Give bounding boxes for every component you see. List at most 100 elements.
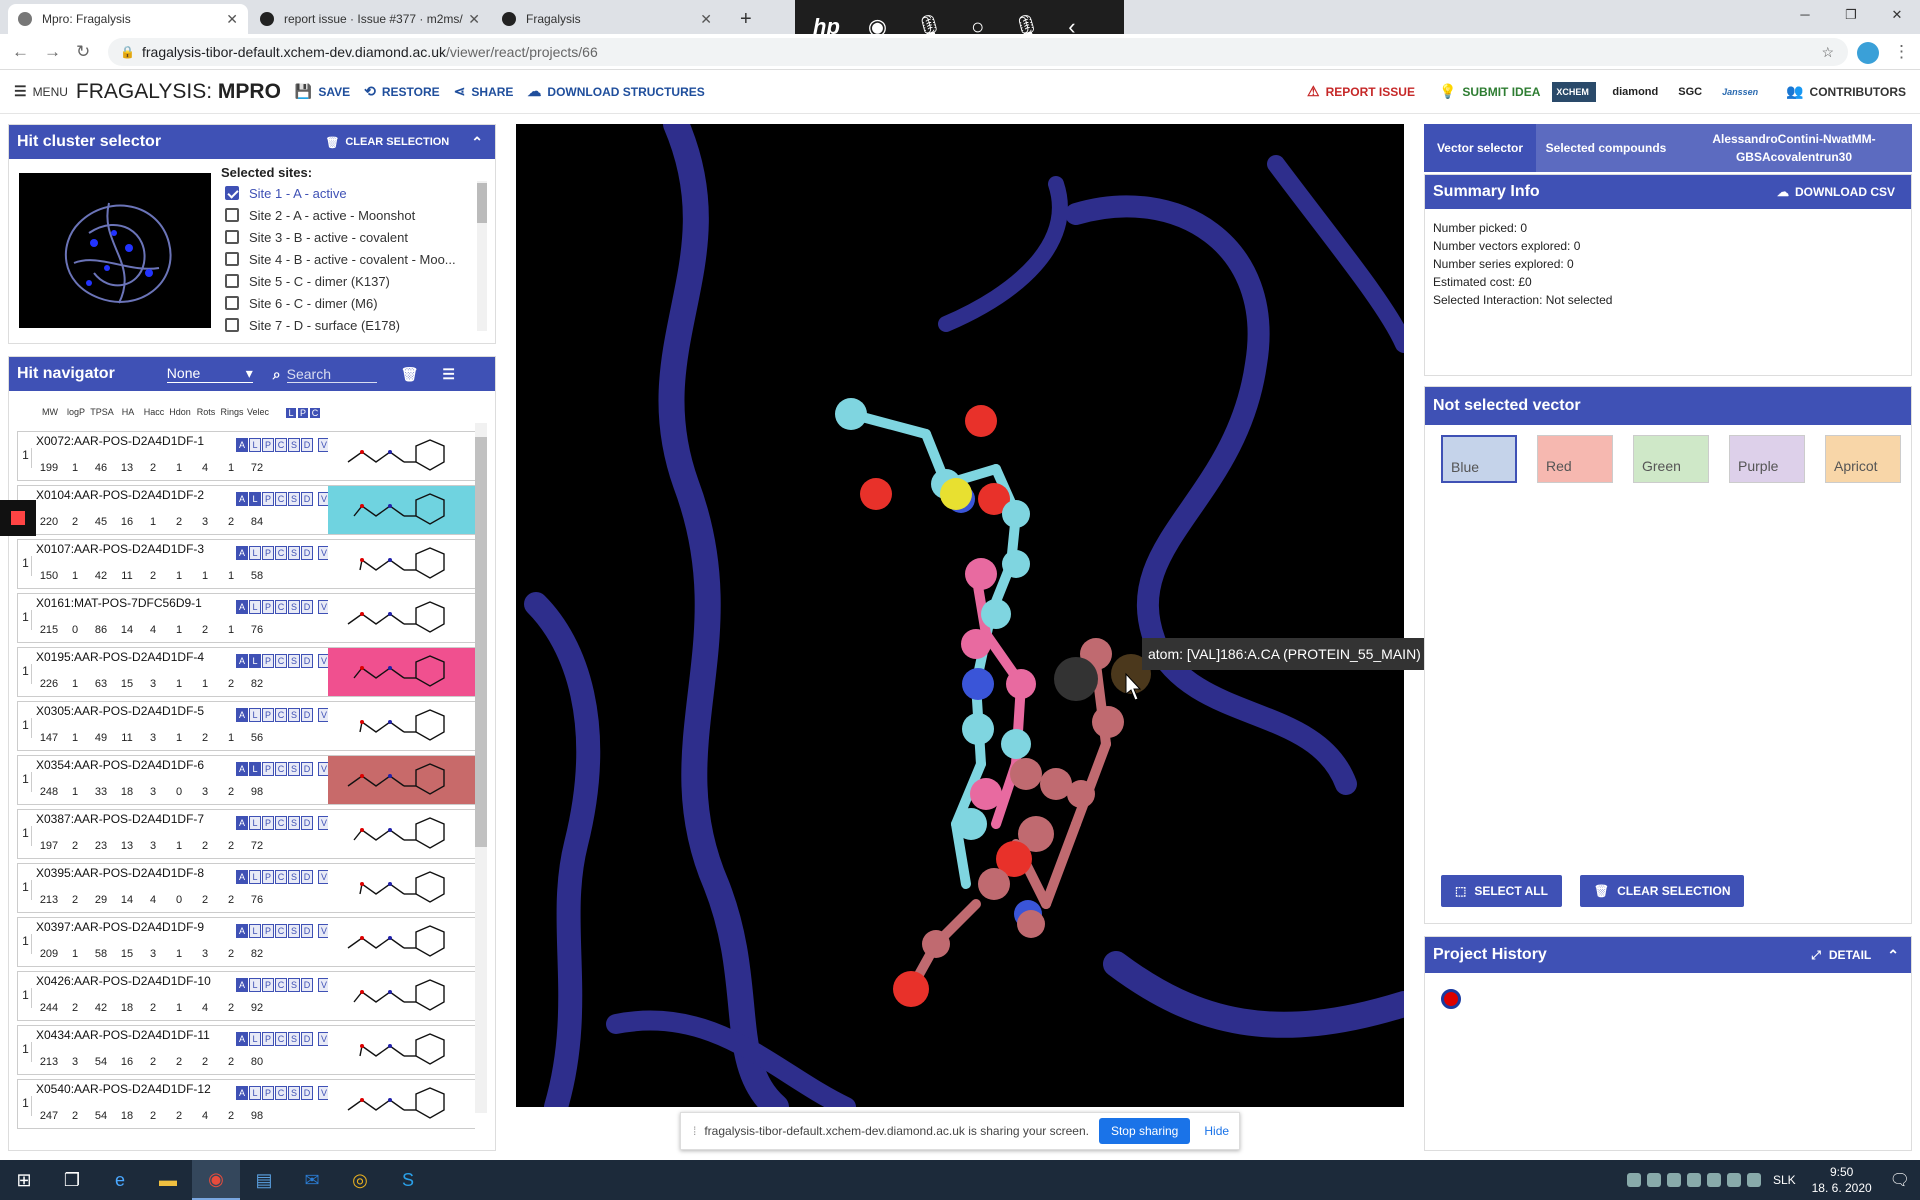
site-item[interactable]: Site 7 - D - surface (E178): [221, 314, 483, 336]
l-toggle[interactable]: L: [249, 978, 261, 992]
hit-name[interactable]: X0107:AAR-POS-D2A4D1DF-3: [36, 542, 204, 556]
browser-tab-1[interactable]: Mpro: Fragalysis ✕: [8, 4, 248, 34]
column-header[interactable]: Hdon: [167, 407, 193, 419]
s-toggle[interactable]: S: [288, 492, 300, 506]
checkbox[interactable]: [225, 252, 239, 266]
reload-icon[interactable]: ↻: [76, 42, 90, 62]
a-toggle[interactable]: A: [236, 870, 248, 884]
windows-start-icon[interactable]: ⊞: [0, 1160, 48, 1200]
p-toggle[interactable]: P: [262, 1032, 274, 1046]
protein-thumbnail[interactable]: [19, 173, 211, 328]
d-toggle[interactable]: D: [301, 600, 313, 614]
hit-name[interactable]: X0426:AAR-POS-D2A4D1DF-10: [36, 974, 211, 988]
molecule-image[interactable]: [328, 864, 476, 912]
outlook-icon[interactable]: ✉: [288, 1160, 336, 1200]
skype-icon[interactable]: S: [384, 1160, 432, 1200]
d-toggle[interactable]: D: [301, 762, 313, 776]
column-header[interactable]: MW: [37, 407, 63, 419]
star-icon[interactable]: ☆: [1821, 38, 1834, 66]
c-toggle[interactable]: C: [275, 654, 287, 668]
app-icon[interactable]: ▤: [240, 1160, 288, 1200]
checkbox[interactable]: [225, 186, 239, 200]
d-toggle[interactable]: D: [301, 708, 313, 722]
tab-covalent-run[interactable]: AlessandroContini-NwatMM-GBSAcovalentrun…: [1676, 124, 1912, 172]
share-button[interactable]: ⋖ SHARE: [454, 83, 514, 100]
p-toggle[interactable]: P: [262, 762, 274, 776]
hit-name[interactable]: X0104:AAR-POS-D2A4D1DF-2: [36, 488, 204, 502]
checkbox[interactable]: [225, 274, 239, 288]
site-item[interactable]: Site 2 - A - active - Moonshot: [221, 204, 483, 226]
table-row[interactable]: 1 X0426:AAR-POS-D2A4D1DF-10 244 2 42 18 2 1 4 2 92…: [17, 971, 476, 1021]
tab-selected-compounds[interactable]: Selected compounds: [1536, 124, 1676, 172]
a-toggle[interactable]: A: [236, 978, 248, 992]
forward-icon[interactable]: →: [44, 42, 61, 62]
a-toggle[interactable]: A: [236, 438, 248, 452]
table-row[interactable]: 1 X0195:AAR-POS-D2A4D1DF-4 226 1 63 15 3 1 1 2 82 A…: [17, 647, 476, 697]
s-toggle[interactable]: S: [288, 870, 300, 884]
url-input[interactable]: 🔒 fragalysis-tibor-default.xchem-dev.dia…: [108, 38, 1848, 66]
tray-icon[interactable]: [1666, 1173, 1681, 1187]
table-row[interactable]: 1 X0104:AAR-POS-D2A4D1DF-2 220 2 45 16 1 2 3 2 84 A…: [17, 485, 476, 535]
d-toggle[interactable]: D: [301, 816, 313, 830]
l-toggle[interactable]: L: [249, 762, 261, 776]
close-icon[interactable]: ✕: [700, 11, 712, 28]
p-toggle[interactable]: P: [262, 438, 274, 452]
color-swatch-red[interactable]: Red: [1537, 435, 1613, 483]
a-toggle[interactable]: A: [236, 924, 248, 938]
d-toggle[interactable]: D: [301, 654, 313, 668]
browser-tab-2[interactable]: report issue · Issue #377 · m2ms/ ✕: [250, 4, 490, 34]
language-indicator[interactable]: SLK: [1773, 1173, 1796, 1187]
avatar[interactable]: [1857, 42, 1879, 64]
save-button[interactable]: 💾 SAVE: [295, 83, 350, 100]
s-toggle[interactable]: S: [288, 546, 300, 560]
c-toggle[interactable]: C: [309, 407, 321, 419]
hit-name[interactable]: X0434:AAR-POS-D2A4D1DF-11: [36, 1028, 210, 1042]
p-toggle[interactable]: P: [262, 600, 274, 614]
table-row[interactable]: 1 X0540:AAR-POS-D2A4D1DF-12 247 2 54 18 2 2 4 2 98…: [17, 1079, 476, 1129]
stop-sharing-button[interactable]: Stop sharing: [1098, 1118, 1191, 1144]
hit-name[interactable]: X0395:AAR-POS-D2A4D1DF-8: [36, 866, 204, 880]
c-toggle[interactable]: C: [275, 978, 287, 992]
column-header[interactable]: logP: [63, 407, 89, 419]
select-all-button[interactable]: ⬚ SELECT ALL: [1441, 875, 1562, 907]
p-toggle[interactable]: P: [262, 492, 274, 506]
site-item[interactable]: Site 3 - B - active - covalent: [221, 226, 483, 248]
molecule-image[interactable]: [328, 1026, 476, 1074]
report-issue-button[interactable]: ⚠ REPORT ISSUE: [1307, 83, 1415, 100]
column-header[interactable]: TPSA: [89, 407, 115, 419]
color-swatch-green[interactable]: Green: [1633, 435, 1709, 483]
site-list-scrollbar[interactable]: [477, 181, 487, 331]
tray-icon[interactable]: [1686, 1173, 1701, 1187]
back-icon[interactable]: ←: [12, 42, 29, 62]
a-toggle[interactable]: A: [236, 1086, 248, 1100]
table-row[interactable]: 1 X0395:AAR-POS-D2A4D1DF-8 213 2 29 14 4 0 2 2 76 A…: [17, 863, 476, 913]
chevron-up-icon[interactable]: ⌃: [1887, 947, 1899, 964]
color-swatch-blue[interactable]: Blue: [1441, 435, 1517, 483]
molecule-image[interactable]: [328, 972, 476, 1020]
minimize-icon[interactable]: ─: [1782, 0, 1828, 30]
drag-handle-icon[interactable]: ⁞: [693, 1124, 696, 1138]
molecule-image[interactable]: [328, 810, 476, 858]
l-toggle[interactable]: L: [249, 708, 261, 722]
c-toggle[interactable]: C: [275, 924, 287, 938]
browser-tab-3[interactable]: Fragalysis ✕: [492, 4, 722, 34]
l-toggle[interactable]: L: [249, 546, 261, 560]
p-toggle[interactable]: P: [262, 816, 274, 830]
l-toggle[interactable]: L: [249, 816, 261, 830]
table-row[interactable]: 1 X0387:AAR-POS-D2A4D1DF-7 197 2 23 13 3 1 2 2 72 A…: [17, 809, 476, 859]
s-toggle[interactable]: S: [288, 600, 300, 614]
a-toggle[interactable]: A: [236, 492, 248, 506]
hit-list-scrollbar[interactable]: [475, 423, 487, 1113]
column-header[interactable]: Velec: [245, 407, 271, 419]
a-toggle[interactable]: A: [236, 654, 248, 668]
tray-icon[interactable]: [1646, 1173, 1661, 1187]
s-toggle[interactable]: S: [288, 924, 300, 938]
p-toggle[interactable]: P: [262, 546, 274, 560]
c-toggle[interactable]: C: [275, 438, 287, 452]
contributors-button[interactable]: 👥 CONTRIBUTORS: [1786, 83, 1906, 100]
c-toggle[interactable]: C: [275, 1086, 287, 1100]
close-window-icon[interactable]: ✕: [1874, 0, 1920, 30]
hit-name[interactable]: X0397:AAR-POS-D2A4D1DF-9: [36, 920, 204, 934]
checkbox[interactable]: [225, 318, 239, 332]
hit-name[interactable]: X0540:AAR-POS-D2A4D1DF-12: [36, 1082, 211, 1096]
